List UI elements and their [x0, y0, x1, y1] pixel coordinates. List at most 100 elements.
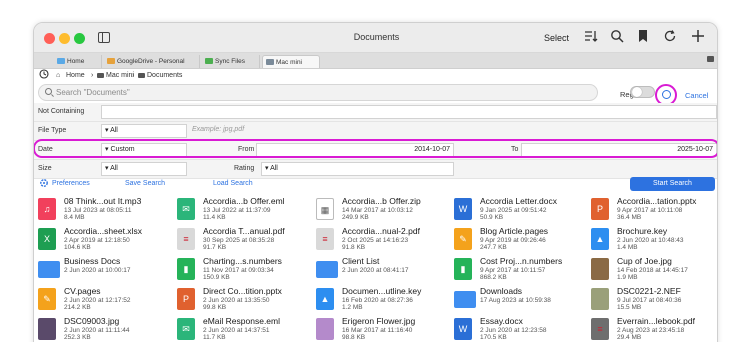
keynote-icon: ▲: [591, 228, 609, 250]
tab-googledrive[interactable]: GoogleDrive - Personal: [104, 55, 200, 68]
start-search-button[interactable]: Start Search: [630, 177, 715, 191]
minimize-window-button[interactable]: [59, 33, 70, 44]
breadcrumb-mac-mini[interactable]: Mac mini: [97, 69, 134, 83]
numbers-icon: ▮: [454, 258, 472, 280]
file-name: Accordia...tation.pptx: [617, 196, 697, 206]
file-name: Cup of Joe.jpg: [617, 256, 672, 266]
breadcrumb-documents[interactable]: Documents: [138, 69, 182, 83]
file-item[interactable]: W Essay.docx 2 Jun 2020 at 12:23:58 170.5 K…: [450, 315, 587, 342]
folder-icon: [138, 73, 145, 78]
file-name: Essay.docx: [480, 316, 523, 326]
file-item[interactable]: ▮ Cost Proj...n.numbers 9 Apr 2017 at 10:1…: [450, 255, 587, 285]
save-search-button[interactable]: Save Search: [125, 180, 165, 187]
excel-icon: X: [38, 228, 56, 250]
size-label: Size: [38, 165, 52, 172]
file-name: Accordia Letter.docx: [480, 196, 558, 206]
file-date: 14 Mar 2017 at 10:03:12: [342, 207, 413, 214]
file-date: 2 Jun 2020 at 14:37:51: [203, 327, 270, 334]
file-item[interactable]: ≡ Accordia T...anual.pdf 30 Sep 2025 at 08…: [173, 225, 310, 255]
preferences-button[interactable]: Preferences: [52, 180, 90, 187]
tab-label: Sync Files: [215, 58, 245, 65]
sidebar-toggle-icon[interactable]: [98, 32, 110, 43]
file-item[interactable]: P Accordia...tation.pptx 9 Apr 2017 at 10:…: [587, 195, 717, 225]
file-item[interactable]: ▲ Brochure.key 2 Jun 2020 at 10:48:43 1.4 M…: [587, 225, 717, 255]
file-item[interactable]: ▲ Documen...utline.key 16 Feb 2020 at 08:2…: [312, 285, 449, 315]
pages-icon: ✎: [38, 288, 56, 310]
file-item[interactable]: X Accordia...sheet.xlsx 2 Apr 2019 at 12:1…: [34, 225, 171, 255]
search-icon[interactable]: [608, 29, 626, 47]
file-date: 2 Jun 2020 at 12:23:58: [480, 327, 547, 334]
file-date: 13 Jul 2022 at 11:37:09: [203, 207, 271, 214]
sync-icon: [205, 58, 213, 64]
zoom-window-button[interactable]: [74, 33, 85, 44]
load-search-button[interactable]: Load Search: [213, 180, 253, 187]
bookmark-icon[interactable]: [634, 29, 652, 47]
cancel-button[interactable]: Cancel: [685, 91, 708, 100]
breadcrumb: ⌂ Home › Mac mini › Documents: [34, 69, 717, 83]
file-item[interactable]: ✉ Accordia...b Offer.eml 13 Jul 2022 at 11…: [173, 195, 310, 225]
file-item[interactable]: DSC0221-2.NEF 9 Jul 2017 at 08:40:36 15.5 …: [587, 285, 717, 315]
powerpoint-icon: P: [591, 198, 609, 220]
file-item[interactable]: DSC09003.jpg 2 Jun 2020 at 11:11:44 252.3 …: [34, 315, 171, 342]
file-name: eMail Response.eml: [203, 316, 281, 326]
computer-icon: [266, 59, 274, 65]
file-name: Client List: [342, 256, 380, 266]
file-item[interactable]: ▦ Accordia...b Offer.zip 14 Mar 2017 at 10…: [312, 195, 449, 225]
file-item[interactable]: Erigeron Flower.jpg 16 Mar 2017 at 11:16:…: [312, 315, 449, 342]
tab-home[interactable]: Home: [54, 55, 102, 68]
file-size: 170.5 KB: [480, 334, 507, 341]
add-icon[interactable]: [689, 29, 707, 47]
file-item[interactable]: ♫ 08 Think...out It.mp3 13 Jul 2023 at 08:…: [34, 195, 171, 225]
file-size: 1.4 MB: [617, 244, 638, 251]
file-item[interactable]: Cup of Joe.jpg 14 Feb 2018 at 14:45:17 1.9…: [587, 255, 717, 285]
regex-toggle[interactable]: [630, 86, 655, 98]
file-date: 9 Apr 2017 at 10:11:57: [480, 267, 546, 274]
breadcrumb-home[interactable]: Home: [66, 69, 85, 83]
file-size: 50.9 KB: [480, 214, 504, 221]
file-name: Accordia...b Offer.zip: [342, 196, 421, 206]
history-icon[interactable]: [39, 69, 49, 83]
not-containing-input[interactable]: [101, 105, 717, 119]
new-tab-folder-icon[interactable]: [707, 56, 714, 62]
size-select[interactable]: ▾ All: [101, 162, 187, 176]
file-type-select[interactable]: ▾ All: [101, 124, 187, 138]
file-name: Cost Proj...n.numbers: [480, 256, 563, 266]
file-name: Accordia T...anual.pdf: [203, 226, 285, 236]
breadcrumb-label: Documents: [147, 72, 183, 79]
sort-icon[interactable]: [582, 29, 600, 47]
file-item[interactable]: Business Docs 2 Jun 2020 at 10:00:17: [34, 255, 171, 285]
keynote-icon: ▲: [316, 288, 334, 310]
not-containing-row: Not Containing: [34, 103, 717, 122]
file-date: 13 Jul 2023 at 08:05:11: [64, 207, 132, 214]
search-input[interactable]: Search "Documents": [38, 84, 598, 101]
file-date: 2 Aug 2023 at 23:45:18: [617, 327, 685, 334]
gear-icon[interactable]: [39, 178, 49, 190]
file-type-extension-input[interactable]: Example: jpg,pdf: [189, 124, 389, 138]
file-name: 08 Think...out It.mp3: [64, 196, 142, 206]
search-settings-icon[interactable]: [662, 90, 671, 99]
file-date: 2 Jun 2020 at 11:11:44: [64, 327, 130, 334]
file-item[interactable]: Client List 2 Jun 2020 at 08:41:17: [312, 255, 449, 285]
file-item[interactable]: ▮ Charting...s.numbers 11 Nov 2017 at 09:0…: [173, 255, 310, 285]
file-name: Direct Co...tition.pptx: [203, 286, 282, 296]
file-item[interactable]: W Accordia Letter.docx 9 Jan 2025 at 09:51…: [450, 195, 587, 225]
select-button[interactable]: Select: [544, 33, 569, 43]
file-size: 29.4 MB: [617, 334, 642, 341]
file-item[interactable]: ✎ Blog Article.pages 9 Apr 2019 at 09:26:4…: [450, 225, 587, 255]
file-name: DSC09003.jpg: [64, 316, 120, 326]
file-item[interactable]: Downloads 17 Aug 2023 at 10:59:38: [450, 285, 587, 315]
folder-icon: [97, 73, 104, 78]
tab-sync-files[interactable]: Sync Files: [202, 55, 260, 68]
file-item[interactable]: ✎ CV.pages 2 Jun 2020 at 12:17:52 214.2 KB: [34, 285, 171, 315]
file-item[interactable]: P Direct Co...tition.pptx 2 Jun 2020 at 13…: [173, 285, 310, 315]
chevron-right-icon: ›: [91, 72, 94, 79]
file-item[interactable]: ✉ eMail Response.eml 2 Jun 2020 at 14:37:5…: [173, 315, 310, 342]
file-date: 2 Jun 2020 at 12:17:52: [64, 297, 131, 304]
refresh-icon[interactable]: [661, 29, 679, 47]
rating-select[interactable]: ▾ All: [261, 162, 454, 176]
file-date: 16 Feb 2020 at 08:27:36: [342, 297, 413, 304]
tab-mac-mini[interactable]: Mac mini: [262, 55, 320, 68]
file-item[interactable]: ≡ Accordia...nual-2.pdf 2 Oct 2025 at 14:1…: [312, 225, 449, 255]
close-window-button[interactable]: [44, 33, 55, 44]
file-item[interactable]: ≡ Everrain...lebook.pdf 2 Aug 2023 at 23:4…: [587, 315, 717, 342]
